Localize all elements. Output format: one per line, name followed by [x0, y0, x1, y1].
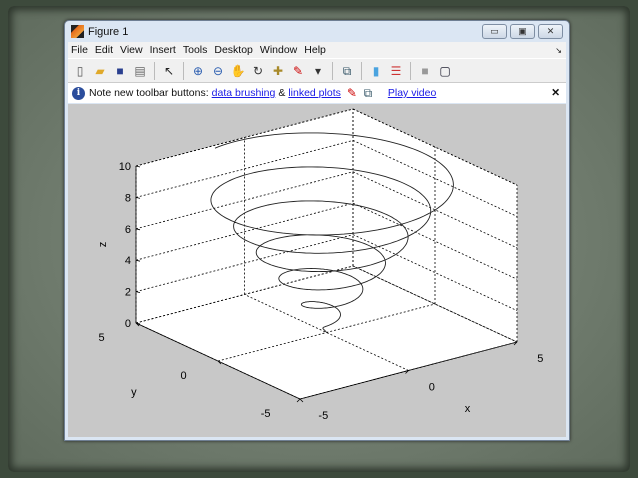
print-icon[interactable]: ▤: [132, 63, 148, 79]
info-bar: i Note new toolbar buttons: data brushin…: [68, 83, 566, 103]
link-plot-icon: ⧉: [363, 86, 373, 100]
toolbar-separator: [410, 61, 411, 80]
save-icon[interactable]: ■: [112, 63, 128, 79]
x-tick-label: -5: [318, 410, 328, 422]
new-file-icon[interactable]: ▯: [72, 63, 88, 79]
zoom-out-icon[interactable]: ⊖: [210, 63, 226, 79]
z-tick-label: 0: [125, 318, 131, 330]
close-button[interactable]: ✕: [538, 24, 563, 39]
title-bar: Figure 1 ▭ ▣ ✕: [65, 21, 569, 42]
pointer-icon[interactable]: ↖: [161, 63, 177, 79]
y-axis-label: y: [131, 387, 137, 399]
z-tick-label: 8: [125, 192, 131, 204]
menu-bar: File Edit View Insert Tools Desktop Wind…: [68, 42, 566, 58]
info-icon: i: [72, 86, 85, 100]
y-tick: [299, 398, 304, 403]
maximize-button[interactable]: ▣: [510, 24, 535, 39]
dropdown-arrow-icon[interactable]: ▾: [310, 63, 326, 79]
menu-help[interactable]: Help: [304, 44, 326, 56]
rotate-3d-icon[interactable]: ↻: [250, 63, 266, 79]
z-tick-label: 10: [119, 161, 131, 173]
close-infobar-button[interactable]: ✕: [551, 87, 560, 99]
x-axis-label: x: [465, 403, 471, 415]
data-cursor-icon[interactable]: ✚: [270, 63, 286, 79]
minimize-button[interactable]: ▭: [482, 24, 507, 39]
menu-desktop[interactable]: Desktop: [214, 44, 253, 56]
menu-edit[interactable]: Edit: [95, 44, 113, 56]
matlab-logo-icon: [71, 25, 84, 38]
figure-window: Figure 1 ▭ ▣ ✕ File Edit View Insert Too…: [64, 20, 570, 441]
zoom-in-icon[interactable]: ⊕: [190, 63, 206, 79]
legend-icon[interactable]: ☰: [388, 63, 404, 79]
open-folder-icon[interactable]: ▰: [92, 63, 108, 79]
window-title: Figure 1: [88, 25, 129, 38]
brush-icon[interactable]: ✎: [290, 63, 306, 79]
play-video-link[interactable]: Play video: [388, 87, 436, 99]
x-tick-label: 5: [537, 353, 543, 365]
info-note: Note new toolbar buttons:: [89, 87, 209, 99]
pan-hand-icon[interactable]: ✋: [230, 63, 246, 79]
menu-insert[interactable]: Insert: [150, 44, 176, 56]
z-axis-label: z: [97, 242, 109, 248]
linked-plots-link[interactable]: linked plots: [288, 87, 341, 99]
y-tick-label: 5: [99, 332, 105, 344]
z-tick-label: 6: [125, 224, 131, 236]
menu-view[interactable]: View: [120, 44, 143, 56]
z-tick-label: 4: [125, 255, 131, 267]
hide-plot-tools-icon[interactable]: ■: [417, 63, 433, 79]
toolbar-separator: [183, 61, 184, 80]
axes-3d[interactable]: -5 0 5 -5 0 5 0 2 4 6 8 10 x y z: [68, 104, 566, 437]
show-plot-tools-icon[interactable]: ▢: [437, 63, 453, 79]
menu-window[interactable]: Window: [260, 44, 297, 56]
toolbar-separator: [154, 61, 155, 80]
colorbar-icon[interactable]: ▮: [368, 63, 384, 79]
y-tick-label: -5: [261, 408, 271, 420]
plot-area: -5 0 5 -5 0 5 0 2 4 6 8 10 x y z: [68, 104, 566, 437]
z-tick-label: 2: [125, 287, 131, 299]
y-tick-label: 0: [181, 370, 187, 382]
x-tick: [296, 398, 301, 403]
menu-tools[interactable]: Tools: [183, 44, 208, 56]
toolbar: ▯ ▰ ■ ▤ ↖ ⊕ ⊖ ✋ ↻ ✚ ✎ ▾ ⧉ ▮ ☰ ■ ▢: [68, 58, 566, 83]
x-tick-label: 0: [429, 381, 435, 393]
brush-icon: ✎: [346, 86, 357, 100]
ampersand: &: [278, 87, 286, 99]
dock-figure-icon[interactable]: ↘: [555, 46, 562, 55]
menu-file[interactable]: File: [71, 44, 88, 56]
link-plot-icon[interactable]: ⧉: [339, 63, 355, 79]
toolbar-separator: [361, 61, 362, 80]
toolbar-separator: [332, 61, 333, 80]
data-brushing-link[interactable]: data brushing: [212, 87, 276, 99]
